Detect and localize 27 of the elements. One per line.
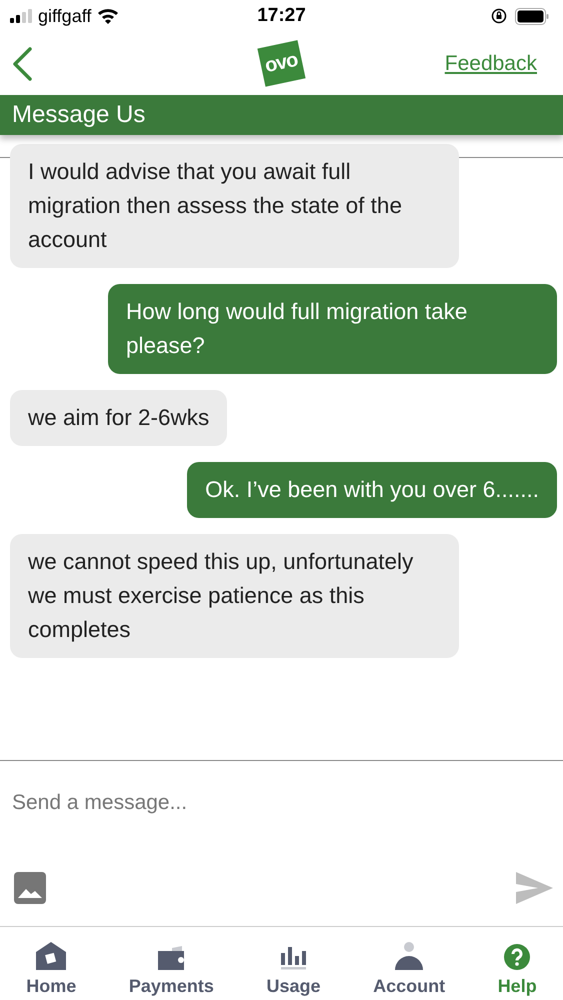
message-bubble: we aim for 2-6wks <box>10 390 228 446</box>
battery-icon <box>515 8 549 24</box>
message-bubble: How long would full migration take please? <box>108 284 557 374</box>
wallet-icon <box>158 946 184 970</box>
message-bubble: I would advise that you await full migration then assess the state of the account <box>10 144 459 268</box>
clock-time: 17:27 <box>257 5 306 27</box>
message-bubble: Ok. I’ve been with you over 6....... <box>187 462 557 518</box>
person-icon <box>395 942 424 970</box>
signal-icon <box>10 9 32 23</box>
nav-tab[interactable]: Help <box>498 927 537 1000</box>
nav-tab[interactable]: Usage <box>266 927 321 1000</box>
nav-tab[interactable]: Home <box>26 927 76 1000</box>
back-button[interactable] <box>12 46 32 80</box>
house-icon <box>36 942 66 970</box>
wifi-icon <box>97 8 120 24</box>
help-icon <box>504 944 530 970</box>
image-icon[interactable] <box>14 872 46 904</box>
rotation-lock-icon <box>491 8 507 24</box>
bar-chart-icon <box>280 946 307 970</box>
nav-tab[interactable]: Account <box>373 927 446 1000</box>
carrier-name: giffgaff <box>38 6 92 26</box>
message-bubble: we cannot speed this up, unfortunately we must exercise patience as this completes <box>10 534 459 658</box>
feedback-link[interactable]: Feedback <box>444 52 537 76</box>
message-input[interactable]: Send a message... <box>0 761 563 815</box>
nav-tab[interactable]: Payments <box>128 927 214 1000</box>
logo: ovo <box>258 40 306 87</box>
page-title: Message Us <box>12 100 146 130</box>
